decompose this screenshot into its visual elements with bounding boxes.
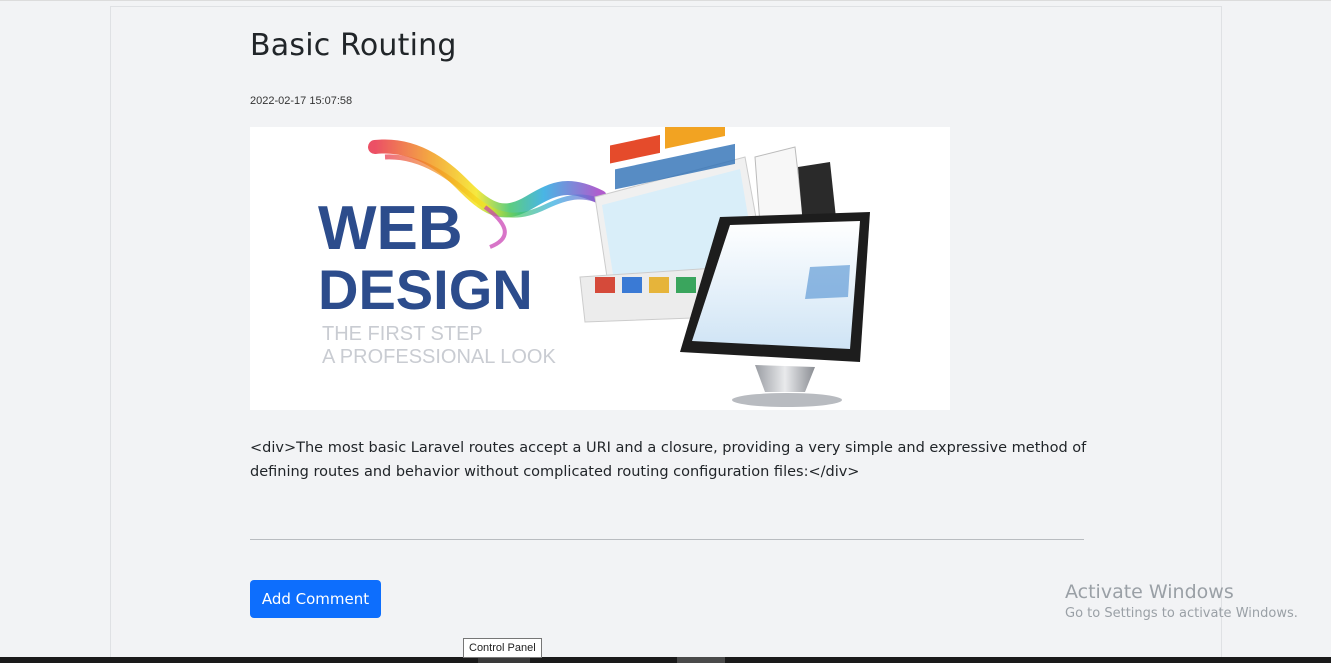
page: Basic Routing 2022-02-17 15:07:58 WEB DE… — [0, 0, 1331, 663]
post-title: Basic Routing — [250, 28, 457, 63]
tagline-first-step: THE FIRST STEP — [322, 323, 483, 345]
taskbar — [0, 657, 1331, 663]
post-date: 2022-02-17 15:07:58 — [250, 95, 353, 107]
activate-windows-subtitle: Go to Settings to activate Windows. — [1065, 606, 1298, 621]
tagline-professional: A PROFESSIONAL LOOK — [322, 346, 556, 368]
taskbar-tooltip: Control Panel — [463, 638, 542, 658]
activate-windows-watermark: Activate Windows Go to Settings to activ… — [1065, 580, 1298, 624]
headline-web: WEB — [318, 194, 463, 263]
post-body: <div>The most basic Laravel routes accep… — [250, 440, 1087, 480]
activate-windows-title: Activate Windows — [1065, 581, 1234, 603]
divider — [250, 539, 1084, 540]
add-comment-button[interactable]: Add Comment — [250, 580, 381, 618]
post-image: WEB DESIGN THE FIRST STEP A PROFESSIONAL… — [250, 127, 950, 410]
web-design-illustration: WEB DESIGN THE FIRST STEP A PROFESSIONAL… — [250, 127, 950, 410]
headline-design: DESIGN — [318, 258, 533, 321]
top-border — [0, 0, 1331, 1]
taskbar-item[interactable] — [677, 657, 725, 663]
